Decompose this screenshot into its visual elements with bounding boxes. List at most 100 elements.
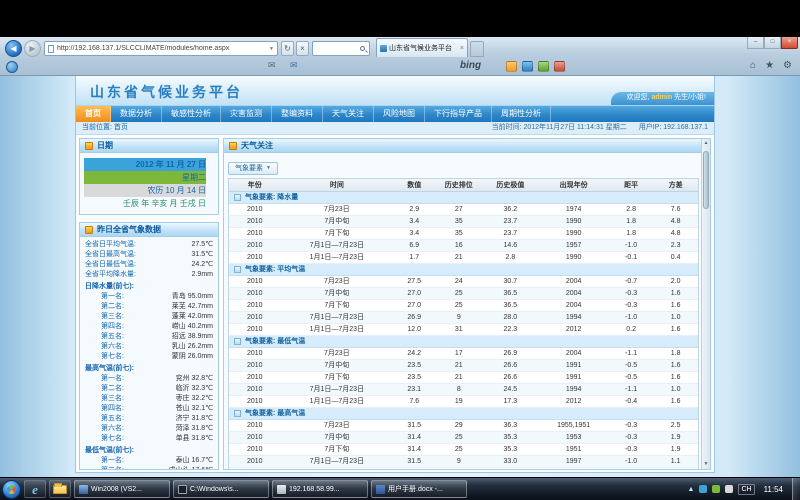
table-row[interactable]: 20107月23日24.21726.92004-1.11.8 [229, 348, 698, 360]
table-row[interactable]: 20107月下旬31.42535.31951-0.31.9 [229, 444, 698, 456]
scroll-down-icon[interactable]: ▼ [702, 460, 710, 469]
table-row[interactable]: 20101月1日—7月23日1.7212.81990-0.10.4 [229, 252, 698, 264]
table-section-row[interactable]: 气象要素: 平均气温 [229, 264, 698, 276]
tray-expand-icon[interactable]: ▲ [688, 486, 695, 493]
browser-tab[interactable]: 山东省气候业务平台 × [376, 38, 468, 57]
language-indicator[interactable]: CH [738, 484, 754, 495]
toolbar-plugin-icon-4[interactable] [554, 61, 565, 72]
table-row[interactable]: 20107月中旬3.43523.719901.84.8 [229, 216, 698, 228]
table-cell: 1990 [538, 228, 608, 239]
table-cell: 16 [435, 240, 482, 251]
section-collapse-icon[interactable] [234, 410, 241, 417]
tray-icon-1[interactable] [699, 485, 707, 493]
table-section-row[interactable]: 气象要素: 降水量 [229, 192, 698, 204]
weekday: 星期二 [84, 171, 206, 184]
url-text: http://192.168.137.1/SLCCLIMATE/modules/… [57, 45, 266, 52]
table-row[interactable]: 20107月23日27.52430.72004-0.72.0 [229, 276, 698, 288]
table-row[interactable]: 20107月中旬23.52126.61991-0.51.6 [229, 360, 698, 372]
browser-back-button[interactable]: ◀ [5, 40, 22, 57]
table-cell: 1.4 [653, 468, 698, 470]
table-row[interactable]: 20107月下旬23.52126.61991-0.51.6 [229, 372, 698, 384]
toolbar-plugin-icon-3[interactable] [538, 61, 549, 72]
table-cell: 2010 [229, 252, 281, 263]
table-row[interactable]: 20107月下旬27.02536.52004-0.31.6 [229, 300, 698, 312]
table-row[interactable]: 20107月23日31.52936.31955,1951-0.32.5 [229, 420, 698, 432]
stop-button[interactable]: × [296, 41, 309, 56]
search-box[interactable] [312, 41, 370, 56]
table-row[interactable]: 20101月1日—7月23日14.82620.12012-0.31.4 [229, 468, 698, 470]
table-body: 气象要素: 降水量20107月23日2.92736.219742.87.6201… [229, 192, 698, 470]
table-row[interactable]: 20107月下旬3.43523.719901.84.8 [229, 228, 698, 240]
bing-logo[interactable]: bing [460, 60, 481, 71]
new-tab-button[interactable] [470, 41, 484, 57]
tab-close-icon[interactable]: × [460, 45, 464, 52]
nav-item[interactable]: 首页 [76, 106, 111, 122]
weather-watch-icon [229, 142, 237, 150]
table-row[interactable]: 20107月中旬31.42535.31953-0.31.9 [229, 432, 698, 444]
table-cell: 7.6 [653, 204, 698, 215]
table-cell: 6.9 [393, 240, 435, 251]
folder-icon [53, 485, 67, 494]
taskbar-window-button[interactable]: Win2008 (VS2... [74, 480, 170, 498]
taskbar-window-button[interactable]: 192.168.58.99... [272, 480, 368, 498]
nav-item[interactable]: 天气关注 [323, 106, 374, 122]
table-section-row[interactable]: 气象要素: 最低气温 [229, 336, 698, 348]
home-icon[interactable]: ⌂ [750, 60, 756, 71]
nav-item[interactable]: 整编资料 [272, 106, 323, 122]
table-row[interactable]: 20107月中旬27.02536.52004-0.31.6 [229, 288, 698, 300]
nav-item[interactable]: 灾害监测 [221, 106, 272, 122]
address-dropdown-icon[interactable]: ▼ [269, 46, 274, 52]
mail-send-icon[interactable]: ✉ [290, 60, 298, 71]
section-collapse-icon[interactable] [234, 194, 241, 201]
rank-station-value: 兖州 32.8℃ [176, 374, 213, 384]
section-title: 气象要素: 最高气温 [245, 408, 305, 418]
explorer-taskbar-icon[interactable] [49, 480, 71, 498]
table-section-row[interactable]: 气象要素: 最高气温 [229, 408, 698, 420]
rank-row: 第六名:乳山 26.2mm [85, 342, 213, 352]
nav-item[interactable]: 周期性分析 [492, 106, 551, 122]
section-collapse-icon[interactable] [234, 338, 241, 345]
table-cell: 1991 [538, 360, 608, 371]
show-desktop-button[interactable] [792, 478, 800, 500]
ie-taskbar-icon[interactable]: e [24, 480, 46, 498]
start-button[interactable] [2, 480, 21, 499]
browser-forward-button[interactable]: ▶ [24, 40, 41, 57]
panel-scrollbar[interactable]: ▲ ▼ [701, 139, 710, 469]
table-row[interactable]: 20107月1日—7月23日26.9928.01994-1.01.0 [229, 312, 698, 324]
address-bar[interactable]: http://192.168.137.1/SLCCLIMATE/modules/… [44, 41, 278, 56]
mail-icon[interactable]: ✉ [268, 60, 276, 71]
nav-item[interactable]: 敏感性分析 [162, 106, 221, 122]
favorites-icon[interactable]: ★ [765, 60, 774, 71]
taskbar-clock[interactable]: 11:54 [760, 485, 787, 494]
table-row[interactable]: 20107月1日—7月23日23.1824.51994-1.11.0 [229, 384, 698, 396]
refresh-button[interactable]: ↻ [281, 41, 294, 56]
table-row[interactable]: 20101月1日—7月23日7.61917.32012-0.41.6 [229, 396, 698, 408]
nav-item[interactable]: 下行指导产品 [425, 106, 492, 122]
table-row[interactable]: 20107月1日—7月23日31.5933.01997-1.01.1 [229, 456, 698, 468]
table-row[interactable]: 20101月1日—7月23日12.03122.320120.21.6 [229, 324, 698, 336]
maximize-button[interactable]: □ [764, 37, 781, 49]
element-filter-button[interactable]: 气象要素 ▼ [228, 162, 278, 175]
nav-item[interactable]: 风险地图 [374, 106, 425, 122]
toolbar-logo-icon[interactable] [6, 61, 18, 73]
toolbar-plugin-icon-2[interactable] [522, 61, 533, 72]
table-cell: 2.5 [653, 420, 698, 431]
weather-panel-title: 昨日全省气象数据 [97, 224, 161, 235]
column-header: 年份 [229, 179, 281, 191]
welcome-username: admin [651, 94, 672, 101]
tray-icon-2[interactable] [712, 485, 720, 493]
tools-gear-icon[interactable]: ⚙ [783, 60, 792, 71]
table-cell: 4.8 [653, 216, 698, 227]
taskbar-window-button[interactable]: C:\Windows\s... [173, 480, 269, 498]
nav-item[interactable]: 数据分析 [111, 106, 162, 122]
minimize-button[interactable]: – [747, 37, 764, 49]
tray-icon-3[interactable] [725, 485, 733, 493]
taskbar-window-button[interactable]: 用户手册.docx -... [371, 480, 467, 498]
scrollbar-thumb[interactable] [703, 151, 709, 209]
close-button[interactable]: × [781, 37, 798, 49]
table-row[interactable]: 20107月23日2.92736.219742.87.6 [229, 204, 698, 216]
table-row[interactable]: 20107月1日—7月23日6.91614.61957-1.02.3 [229, 240, 698, 252]
scroll-up-icon[interactable]: ▲ [702, 139, 710, 148]
section-collapse-icon[interactable] [234, 266, 241, 273]
toolbar-plugin-icon-1[interactable] [506, 61, 517, 72]
